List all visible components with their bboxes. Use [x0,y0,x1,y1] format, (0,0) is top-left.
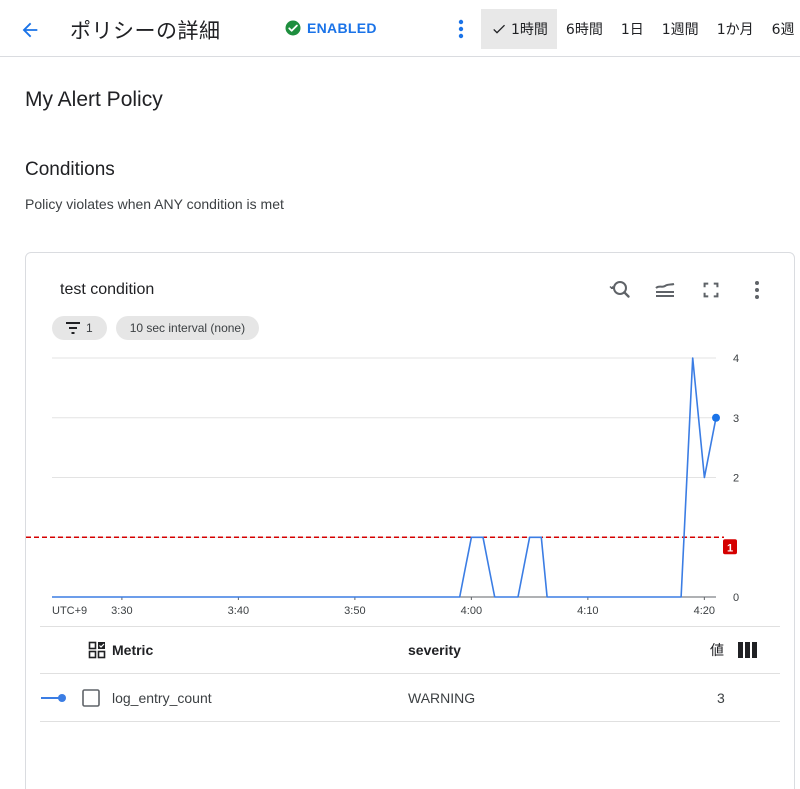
top-bar: ポリシーの詳細 ENABLED 1時間 6時間 1日 1週間 1か月 6週 [0,0,800,57]
conditions-subtitle: Policy violates when ANY condition is me… [25,196,284,212]
table-row: log_entry_count WARNING 3 [40,674,780,722]
more-options-button[interactable] [450,16,472,42]
metric-column-header[interactable]: Metric [88,627,153,673]
range-tab-label: 1週間 [661,22,699,38]
status-label: ENABLED [307,20,377,36]
column-picker-icon [88,641,106,659]
conditions-heading: Conditions [25,159,115,180]
page-title: ポリシーの詳細 [70,19,221,43]
policy-name: My Alert Policy [25,88,163,111]
value-column-header[interactable]: 値 [710,627,724,673]
range-tab-1w[interactable]: 1週間 [653,9,708,49]
y-tick-label: 0 [733,592,739,604]
range-tab-label: 6時間 [565,22,603,38]
range-tab-label: 1か月 [716,22,754,38]
severity-cell: WARNING [408,689,476,706]
checkbox-icon [82,688,100,707]
x-tick-label: 4:00 [461,605,482,617]
range-tab-1mo[interactable]: 1か月 [708,9,763,49]
range-tab-1h[interactable]: 1時間 [481,9,557,49]
metric-cell: log_entry_count [112,689,212,706]
x-tick-label: 3:50 [344,605,365,617]
timezone-label: UTC+9 [52,605,87,617]
legend-header: Metric severity 値 [40,626,780,674]
x-tick-label: 3:30 [111,605,132,617]
time-range-selector: 1時間 6時間 1日 1週間 1か月 6週 [481,9,800,49]
range-tab-label: 1時間 [511,22,548,38]
y-tick-label: 3 [733,413,739,425]
severity-header-label: severity [408,642,461,658]
series-end-point [712,413,720,422]
view-column-icon [738,642,757,658]
condition-card: test condition 1 10 sec interval (none) … [25,252,795,789]
range-tab-6h[interactable]: 6時間 [557,9,612,49]
metric-header-label: Metric [112,642,154,658]
value-cell: 3 [717,689,725,706]
status-badge: ENABLED [284,19,377,37]
threshold-label: 1 [727,542,733,554]
value-header-label: 値 [710,643,724,659]
x-tick-label: 4:10 [577,605,598,617]
range-tab-label: 6週 [771,22,795,38]
column-settings-button[interactable] [738,627,758,673]
check-icon [491,21,507,37]
series-line-swatch [40,674,68,721]
range-tab-6w[interactable]: 6週 [763,9,800,49]
range-tab-label: 1日 [620,22,644,38]
arrow-back-icon [22,22,38,38]
x-tick-label: 3:40 [228,605,249,617]
back-button[interactable] [14,14,46,46]
y-tick-label: 4 [733,353,739,365]
check-circle-icon [285,20,301,36]
y-tick-label: 2 [733,473,739,485]
legend-table: Metric severity 値 log_entry_count WARNIN… [40,626,780,722]
series-visibility-checkbox[interactable] [82,674,100,721]
line-chart: 0 2 3 4 UTC+9 3:30 3:40 3:50 4:00 4:10 4:20 1 [26,353,739,617]
more-vert-icon [458,19,464,39]
x-tick-label: 4:20 [694,605,715,617]
severity-column-header[interactable]: severity [408,627,461,673]
range-tab-1d[interactable]: 1日 [612,9,653,49]
